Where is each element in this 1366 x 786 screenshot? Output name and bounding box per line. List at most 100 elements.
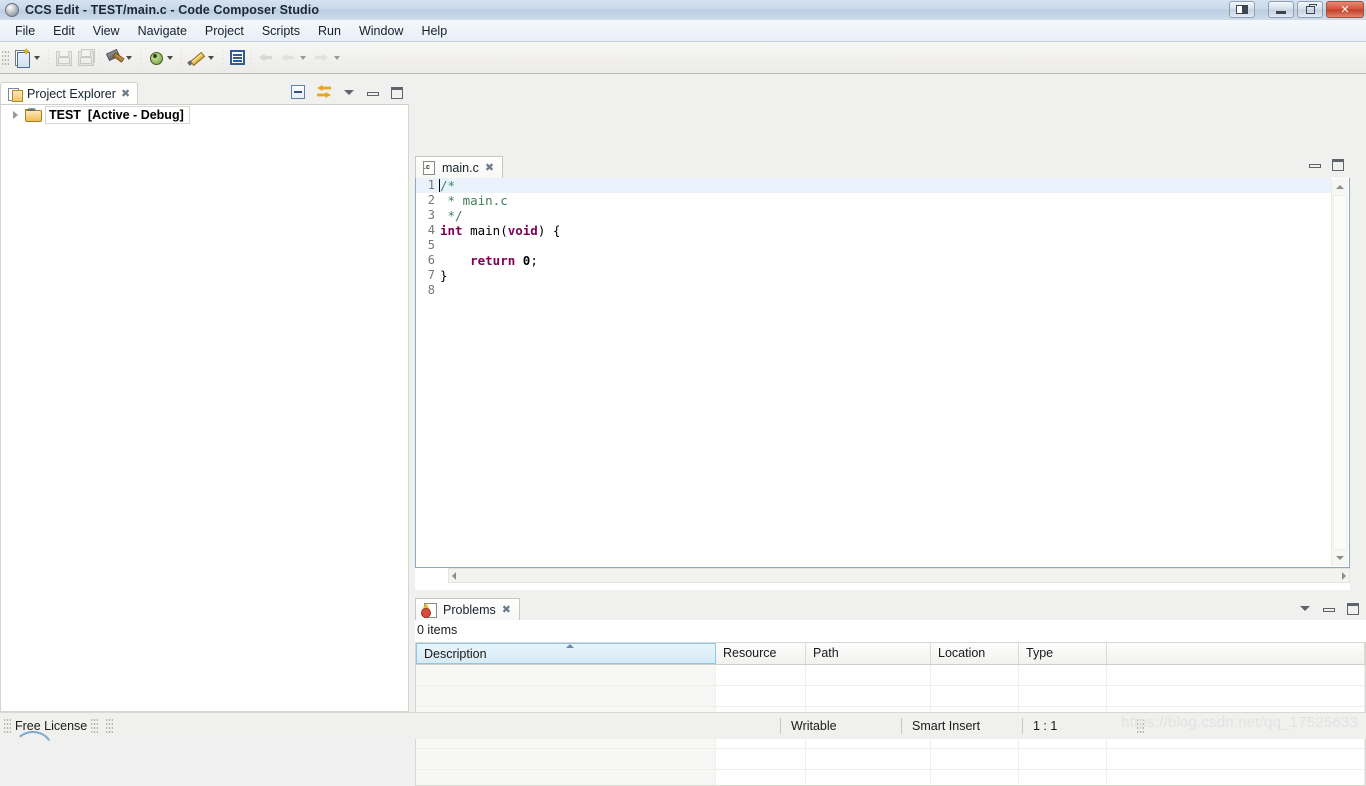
menu-help[interactable]: Help — [412, 21, 456, 41]
status-right-group: Writable Smart Insert 1 : 1 — [770, 718, 1148, 734]
menu-run[interactable]: Run — [309, 21, 350, 41]
menu-project[interactable]: Project — [196, 21, 253, 41]
edit-dropdown-icon[interactable] — [208, 55, 214, 60]
menu-file[interactable]: File — [6, 21, 44, 41]
build-button[interactable] — [103, 47, 125, 69]
build-dropdown-icon[interactable] — [126, 55, 132, 60]
table-row[interactable] — [416, 686, 1365, 707]
close-icon[interactable]: ✖ — [121, 87, 130, 100]
title-bar: CCS Edit - TEST/main.c - Code Composer S… — [0, 0, 1366, 21]
table-cell — [806, 749, 931, 769]
minimize-icon[interactable] — [366, 86, 380, 100]
tab-problems[interactable]: Problems ✖ — [415, 598, 521, 620]
view-menu-icon[interactable] — [342, 86, 356, 100]
cursor-position-status: 1 : 1 — [1033, 719, 1058, 733]
status-grip[interactable] — [4, 718, 11, 734]
menu-view[interactable]: View — [84, 21, 129, 41]
scroll-right-icon[interactable] — [1342, 571, 1346, 580]
column-header[interactable]: Resource — [716, 643, 806, 664]
menu-scripts[interactable]: Scripts — [253, 21, 309, 41]
code-token: void — [507, 223, 538, 238]
debug-button[interactable] — [144, 47, 166, 69]
vertical-scrollbar[interactable] — [1331, 179, 1348, 566]
table-cell — [1019, 665, 1107, 685]
horizontal-scrollbar[interactable] — [448, 568, 1350, 583]
scroll-thumb[interactable] — [1333, 195, 1347, 550]
problems-tabrow: Problems ✖ — [415, 598, 1366, 620]
maximize-button[interactable] — [1297, 1, 1323, 18]
editor-tools — [1308, 158, 1345, 172]
table-cell — [1019, 686, 1107, 706]
chevron-right-icon[interactable] — [11, 110, 21, 120]
scroll-up-icon[interactable] — [1332, 179, 1348, 195]
restore-panel-button[interactable] — [1229, 1, 1255, 18]
column-header[interactable] — [1107, 643, 1365, 664]
toolbar-separator — [99, 48, 100, 67]
collapse-all-icon[interactable] — [291, 85, 306, 100]
maximize-icon[interactable] — [390, 86, 404, 100]
status-divider — [901, 718, 902, 734]
minimize-button[interactable] — [1268, 1, 1294, 18]
table-cell — [806, 665, 931, 685]
table-cell — [1107, 749, 1365, 769]
project-name: TEST — [49, 107, 81, 122]
scroll-down-icon[interactable] — [1332, 550, 1348, 566]
tree-item-test[interactable]: ccs TEST [Active - Debug] — [1, 105, 408, 124]
new-file-button[interactable]: ✦ — [11, 47, 33, 69]
toolbar-separator — [181, 48, 182, 67]
forward-button[interactable] — [311, 47, 333, 69]
save-all-button[interactable] — [74, 47, 96, 69]
problems-icon — [421, 602, 437, 618]
debug-dropdown-icon[interactable] — [167, 55, 173, 60]
status-grip[interactable] — [106, 718, 114, 734]
code-content[interactable]: 1/* 2 * main.c 3 */4 int main(void) {5 6 ret… — [416, 178, 1331, 567]
table-cell — [931, 770, 1019, 785]
table-cell — [931, 749, 1019, 769]
maximize-icon[interactable] — [1331, 158, 1345, 172]
ccs-globe-icon — [4, 2, 20, 18]
column-header[interactable]: Path — [806, 643, 931, 664]
tab-project-explorer[interactable]: Project Explorer ✖ — [0, 82, 139, 104]
status-grip[interactable] — [91, 718, 99, 734]
problems-count: 0 items — [415, 620, 1366, 640]
column-header[interactable]: Description — [416, 643, 716, 664]
close-icon[interactable]: ✖ — [485, 161, 494, 174]
insert-mode-status: Smart Insert — [912, 719, 981, 733]
menu-navigate[interactable]: Navigate — [129, 21, 196, 41]
table-cell — [806, 770, 931, 785]
menu-edit[interactable]: Edit — [44, 21, 84, 41]
column-header[interactable]: Type — [1019, 643, 1107, 664]
table-cell — [716, 749, 806, 769]
code-line: 8 — [416, 283, 1331, 298]
toolbar-grip[interactable] — [2, 48, 9, 67]
prev-button[interactable] — [277, 47, 299, 69]
maximize-icon[interactable] — [1346, 602, 1360, 616]
save-button[interactable] — [52, 47, 74, 69]
editor-body[interactable]: 1/* 2 * main.c 3 */4 int main(void) {5 6 ret… — [415, 178, 1350, 568]
table-cell — [1107, 686, 1365, 706]
column-header-label: Resource — [723, 646, 777, 660]
new-file-dropdown-icon[interactable] — [34, 55, 40, 60]
table-row[interactable] — [416, 665, 1365, 686]
code-token: ; — [530, 253, 538, 268]
minimize-icon[interactable] — [1308, 158, 1322, 172]
editor-area: .c main.c ✖ 1/* 2 * main.c 3 */4 int main(v… — [415, 156, 1350, 590]
table-row[interactable] — [416, 749, 1365, 770]
scroll-left-icon[interactable] — [452, 571, 456, 580]
close-icon[interactable]: ✖ — [502, 603, 511, 616]
ccs-window: CCS Edit - TEST/main.c - Code Composer S… — [0, 0, 1366, 786]
link-with-editor-icon[interactable] — [316, 85, 332, 100]
prev-dropdown-icon[interactable] — [300, 55, 306, 60]
edit-button[interactable] — [185, 47, 207, 69]
column-header[interactable]: Location — [931, 643, 1019, 664]
close-button[interactable]: ✕ — [1326, 1, 1364, 18]
code-token: main( — [462, 223, 508, 238]
view-menu-icon[interactable] — [1298, 602, 1312, 616]
console-button[interactable] — [226, 47, 248, 69]
forward-dropdown-icon[interactable] — [334, 55, 340, 60]
back-button[interactable] — [255, 47, 277, 69]
table-row[interactable] — [416, 770, 1365, 785]
minimize-icon[interactable] — [1322, 602, 1336, 616]
menu-window[interactable]: Window — [350, 21, 412, 41]
tab-main-c[interactable]: .c main.c ✖ — [415, 156, 504, 178]
